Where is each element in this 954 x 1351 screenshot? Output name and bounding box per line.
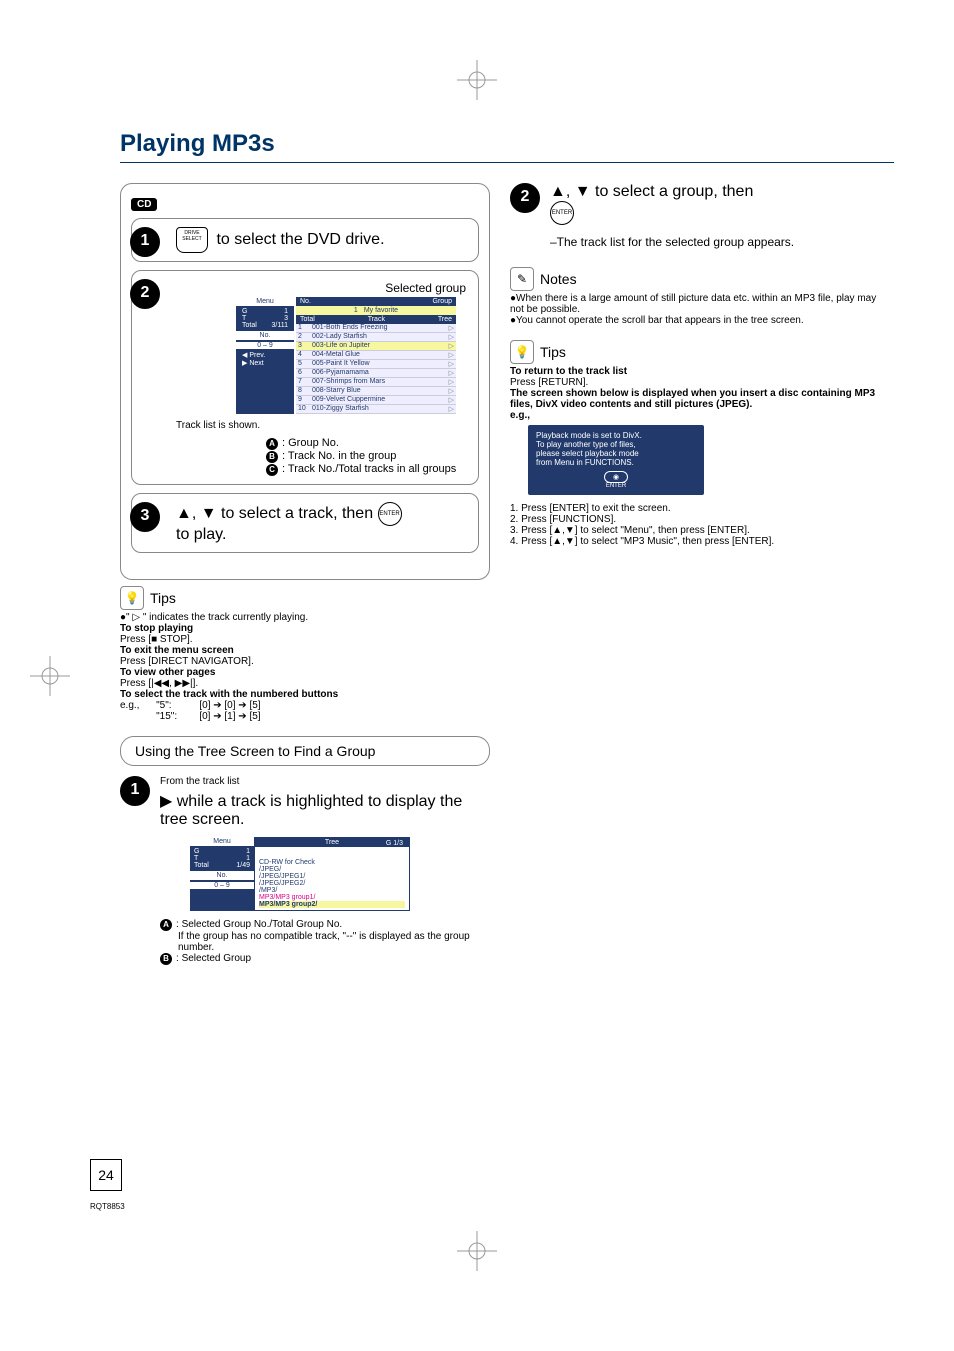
enter-button-icon: ENTER <box>378 502 402 526</box>
track-row: 8008-Starry Blue▷ <box>296 387 456 396</box>
tree-line: /JPEG/JPEG1/ <box>259 873 405 880</box>
dialog-line: To play another type of files, <box>536 440 696 449</box>
tree-line: /MP3/ <box>259 887 405 894</box>
instruction-step: 2. Press [FUNCTIONS]. <box>510 514 880 525</box>
selected-group-label: Selected group <box>176 281 466 295</box>
menu-table: Menu G1 T3 Total3/111 No. 0 – 9 ◀ Prev. … <box>236 297 470 414</box>
notes-icon: ✎ <box>510 267 534 291</box>
tree-legend: A: Selected Group No./Total Group No. If… <box>160 919 490 965</box>
right-tips-heading: 💡 Tips <box>510 340 880 364</box>
instruction-step: 4. Press [▲,▼] to select "MP3 Music", th… <box>510 536 880 547</box>
track-row: 1001-Both Ends Freezing▷ <box>296 324 456 333</box>
notes-body: ●When there is a large amount of still p… <box>510 293 880 326</box>
track-row: 2002-Lady Starfish▷ <box>296 333 456 342</box>
lightbulb-icon: 💡 <box>120 586 144 610</box>
legend-block: A: Group No. B: Track No. in the group C… <box>266 437 470 476</box>
tree-line: MP3/MP3 group2/ <box>259 901 405 908</box>
track-list-shown: Track list is shown. <box>176 420 470 431</box>
note-line: ●You cannot operate the scroll bar that … <box>510 315 880 326</box>
track-row: 6006-Pyjamamama▷ <box>296 369 456 378</box>
step-1-text: DRIVE SELECT to select the DVD drive. <box>176 227 470 253</box>
legend-c-icon: C <box>266 464 278 476</box>
track-row: 5005-Paint It Yellow▷ <box>296 360 456 369</box>
track-row: 10010-Ziggy Starfish▷ <box>296 405 456 414</box>
legend-a-icon: A <box>266 438 278 450</box>
track-row: 9009-Velvet Cuppermine▷ <box>296 396 456 405</box>
notes-heading: ✎ Notes <box>510 267 880 291</box>
tree-step-1-badge: 1 <box>120 776 150 806</box>
step-1-label: to select the DVD drive. <box>216 231 384 248</box>
note-line: ●When there is a large amount of still p… <box>510 293 880 315</box>
dialog-line: please select playback mode <box>536 449 696 458</box>
step-3-badge: 3 <box>130 502 160 532</box>
registration-mark-icon <box>30 656 70 696</box>
right-step2-text: ▲, ▼ to select a group, then ENTER –The … <box>550 183 880 249</box>
registration-mark-icon <box>457 60 497 100</box>
enter-ok-icon: ◉ <box>604 471 628 483</box>
tips-body: ●" ▷ " indicates the track currently pla… <box>120 612 490 722</box>
instruction-step: 1. Press [ENTER] to exit the screen. <box>510 503 880 514</box>
tree-section-heading: Using the Tree Screen to Find a Group <box>120 736 490 766</box>
dialog-line: from Menu in FUNCTIONS. <box>536 458 696 467</box>
drive-select-button-icon: DRIVE SELECT <box>176 227 208 253</box>
cd-badge: CD <box>131 198 157 211</box>
tree-line: CD-RW for Check <box>259 859 405 866</box>
track-row: 3003-Life on Jupiter▷ <box>296 342 456 351</box>
playback-dialog: Playback mode is set to DivX.To play ano… <box>528 425 704 495</box>
lightbulb-icon: 💡 <box>510 340 534 364</box>
step-1-badge: 1 <box>130 227 160 257</box>
enter-button-icon: ENTER <box>550 201 574 225</box>
dialog-line: Playback mode is set to DivX. <box>536 431 696 440</box>
tree-step1-text: ▶ while a track is highlighted to displa… <box>160 791 490 829</box>
right-step2-sub: –The track list for the selected group a… <box>550 235 880 249</box>
instruction-step: 3. Press [▲,▼] to select "Menu", then pr… <box>510 525 880 536</box>
track-row: 4004-Metal Glue▷ <box>296 351 456 360</box>
from-track-list: From the track list <box>160 776 490 787</box>
no-label: No. <box>236 331 294 340</box>
tips-heading: 💡 Tips <box>120 586 490 610</box>
legend-b-icon: B <box>266 451 278 463</box>
tree-line: /JPEG/ <box>259 866 405 873</box>
track-row: 7007-Shrimps from Mars▷ <box>296 378 456 387</box>
right-tips-body: To return to the track listPress [RETURN… <box>510 366 880 547</box>
menu-header-label: Menu <box>236 297 294 306</box>
page-number: 24 <box>90 1159 122 1191</box>
tree-line: MP3/MP3 group1/ <box>259 894 405 901</box>
tree-line: /JPEG/JPEG2/ <box>259 880 405 887</box>
left-outer-frame: CD 1 DRIVE SELECT to select the DVD driv… <box>120 183 490 580</box>
tree-screen: Menu G1 T1 Total1/49 No. 0 – 9 Tree G 1/… <box>190 837 410 911</box>
rqt-code: RQT8853 <box>90 1202 125 1211</box>
step-3-text: ▲, ▼ to select a track, then ENTER to pl… <box>176 502 470 544</box>
page-title: Playing MP3s <box>120 130 894 163</box>
right-step-2-badge: 2 <box>510 183 540 213</box>
step-2-badge: 2 <box>130 279 160 309</box>
registration-mark-icon <box>457 1231 497 1271</box>
